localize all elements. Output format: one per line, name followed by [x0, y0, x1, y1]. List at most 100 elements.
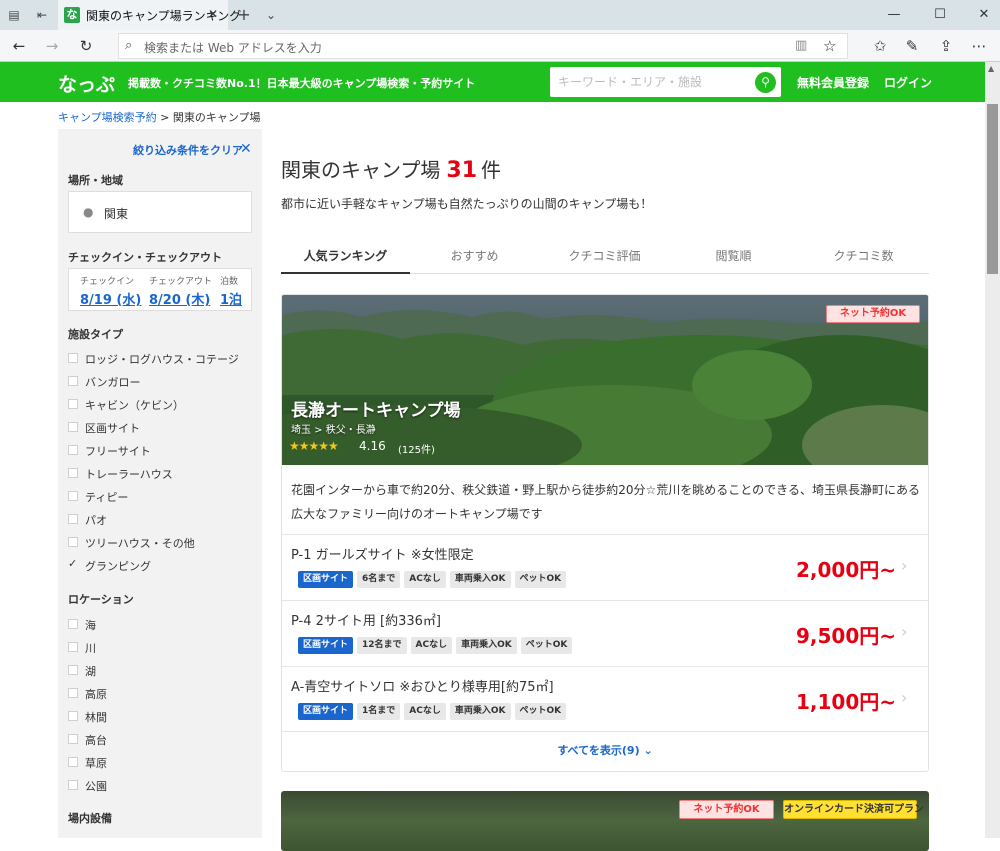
location-checkbox[interactable]: 公園 [68, 777, 258, 793]
close-window-icon[interactable]: ✕ [975, 6, 993, 24]
net-booking-badge-2: ネット予約OK [679, 800, 774, 819]
checkbox-box[interactable] [68, 491, 78, 501]
breadcrumb-home[interactable]: キャンプ場検索予約 [58, 111, 157, 124]
scrollbar-thumb[interactable] [987, 104, 998, 274]
tab-popular[interactable]: 人気ランキング [281, 240, 410, 274]
checkbox-box[interactable] [68, 665, 78, 675]
online-card-payment-badge: オンラインカード決済可プラン [783, 800, 924, 819]
tab-views[interactable]: 閲覧順 [669, 240, 798, 274]
checkbox-box[interactable] [68, 514, 78, 524]
site-logo[interactable]: なっぷ [58, 70, 115, 97]
location-checkbox[interactable]: 高原 [68, 685, 258, 701]
clear-filters-close-icon[interactable]: ✕ [240, 141, 252, 157]
facility-type-label: フリーサイト [85, 445, 151, 458]
search-button-icon[interactable]: ⚲ [755, 72, 776, 93]
checkbox-box[interactable] [68, 399, 78, 409]
close-tab-icon[interactable]: ✕ [208, 7, 218, 21]
checkbox-box[interactable] [68, 537, 78, 547]
keyword-search: ⚲ [550, 67, 781, 97]
nights-value[interactable]: 1泊 [220, 289, 242, 308]
tab-menu-chevron-icon[interactable]: ⌄ [263, 7, 279, 23]
page-title: 関東のキャンプ場 31 件 [281, 154, 501, 183]
checkbox-box[interactable] [68, 734, 78, 744]
campsite-name[interactable]: 長瀞オートキャンプ場 [291, 396, 461, 421]
checkbox-box[interactable] [68, 688, 78, 698]
address-bar[interactable]: ⌕ 検索または Web アドレスを入力 ▥ ☆ [118, 33, 848, 59]
campsite-card-2[interactable]: ネット予約OK オンラインカード決済可プラン [281, 791, 929, 851]
facility-type-checkbox[interactable]: 区画サイト [68, 419, 258, 435]
facility-type-label: ロッジ・ログハウス・コテージ [85, 353, 239, 366]
site-plan-tags: 区画サイト 6名まで ACなし 車両乗入OK ペットOK [298, 571, 570, 589]
checkbox-box[interactable] [68, 642, 78, 652]
facility-type-checkbox[interactable]: バンガロー [68, 373, 258, 389]
checkout-date[interactable]: 8/20 (木) [149, 289, 210, 308]
facility-type-checkbox[interactable]: トレーラーハウス [68, 465, 258, 481]
campsite-card: ネット予約OK 長瀞オートキャンプ場 埼玉 > 秩父・長瀞 ★★★★★ 4.16… [281, 294, 929, 772]
keyword-search-input[interactable] [558, 72, 748, 92]
favorite-star-icon[interactable]: ☆ [823, 37, 836, 55]
scroll-up-icon[interactable]: ▲ [988, 64, 994, 73]
checkin-date[interactable]: 8/19 (水) [80, 289, 141, 308]
more-icon[interactable]: ⋯ [970, 37, 988, 55]
facility-type-checkbox[interactable]: キャビン（ケビン） [68, 396, 258, 412]
tab-review-score[interactable]: クチコミ評価 [540, 240, 669, 274]
refresh-icon[interactable]: ↻ [77, 37, 95, 55]
campsite-location: 埼玉 > 秩父・長瀞 [291, 425, 376, 436]
location-checkbox[interactable]: 草原 [68, 754, 258, 770]
checkbox-box[interactable] [68, 757, 78, 767]
forward-icon[interactable]: → [43, 37, 61, 55]
location-checkbox[interactable]: 湖 [68, 662, 258, 678]
area-selector[interactable]: ● 関東 [68, 191, 252, 233]
clear-filters-link[interactable]: 絞り込み条件をクリア [133, 142, 243, 158]
location-checkbox[interactable]: 川 [68, 639, 258, 655]
site-plan-row[interactable]: P-4 2サイト用 [約336㎡] 区画サイト 12名まで ACなし 車両乗入OK ペット… [282, 600, 928, 666]
facility-type-checkbox[interactable]: ツリーハウス・その他 [68, 534, 258, 550]
site-plan-row[interactable]: A-青空サイトソロ ※おひとり様専用[約75㎡] 区画サイト 1名まで ACなし 車両乗… [282, 666, 928, 732]
result-count: 31 [446, 158, 478, 183]
checkbox-box[interactable] [68, 376, 78, 386]
browser-tab[interactable]: な 関東のキャンプ場ランキング ✕ [58, 0, 241, 30]
tab-review-count[interactable]: クチコミ数 [799, 240, 928, 274]
checkbox-box[interactable] [68, 445, 78, 455]
show-all-link[interactable]: すべてを表示(9) ⌄ [282, 731, 928, 771]
facility-type-checkbox[interactable]: ティピー [68, 488, 258, 504]
checkbox-box[interactable] [68, 711, 78, 721]
location-checkbox[interactable]: 海 [68, 616, 258, 632]
site-plan-row[interactable]: P-1 ガールズサイト ※女性限定 区画サイト 6名まで ACなし 車両乗入OK ペットO… [282, 534, 928, 600]
site-tag: 12名まで [357, 637, 407, 654]
checkbox-box[interactable] [68, 619, 78, 629]
location-heading: ロケーション [68, 593, 134, 606]
checkbox-box[interactable] [68, 468, 78, 478]
checkbox-box[interactable] [68, 422, 78, 432]
site-tag: ACなし [404, 703, 446, 720]
set-aside-tabs-icon[interactable]: ⇤ [34, 7, 50, 23]
location-checkbox[interactable]: 林間 [68, 708, 258, 724]
register-link[interactable]: 無料会員登録 [797, 74, 869, 91]
facility-type-checkbox[interactable]: ロッジ・ログハウス・コテージ [68, 350, 258, 366]
campsite-hero-image[interactable]: ネット予約OK 長瀞オートキャンプ場 埼玉 > 秩父・長瀞 ★★★★★ 4.16… [282, 295, 928, 465]
login-link[interactable]: ログイン [884, 74, 932, 91]
facility-type-label: グランピング [85, 560, 151, 573]
tab-list-icon[interactable]: ▤ [6, 7, 22, 23]
pen-icon[interactable]: ✎ [903, 37, 921, 55]
favorites-icon[interactable]: ✩ [871, 37, 889, 55]
minimize-icon[interactable]: — [885, 6, 903, 24]
facility-type-checkbox[interactable]: パオ [68, 511, 258, 527]
checkbox-box[interactable] [68, 353, 78, 363]
facility-type-checkbox[interactable]: ✓ グランピング [68, 557, 258, 573]
checkbox-box[interactable] [68, 780, 78, 790]
new-tab-icon[interactable]: + [236, 7, 252, 23]
equipment-heading: 場内設備 [68, 812, 112, 825]
maximize-icon[interactable]: ☐ [931, 6, 949, 24]
tab-recommended[interactable]: おすすめ [410, 240, 539, 274]
facility-type-checkbox[interactable]: フリーサイト [68, 442, 258, 458]
location-checkbox[interactable]: 高台 [68, 731, 258, 747]
page-scrollbar[interactable]: ▲ [985, 62, 1000, 838]
facility-type-label: トレーラーハウス [85, 468, 173, 481]
checkmark-icon[interactable]: ✓ [68, 557, 77, 570]
breadcrumb-current: 関東のキャンプ場 [172, 111, 261, 124]
review-count[interactable]: (125件) [398, 441, 435, 456]
reading-view-icon[interactable]: ▥ [795, 38, 807, 53]
share-icon[interactable]: ⇪ [937, 37, 955, 55]
back-icon[interactable]: ← [10, 37, 28, 55]
